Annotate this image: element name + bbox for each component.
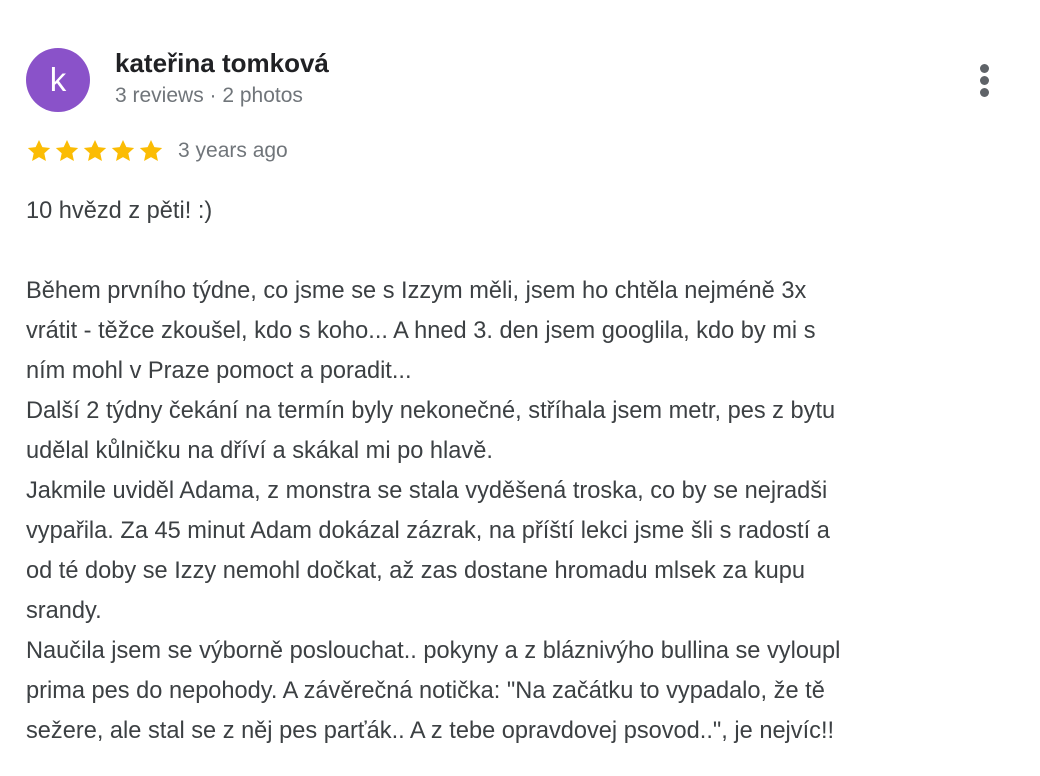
- review-line: vrátit - těžce zkoušel, kdo s koho... A …: [26, 318, 816, 344]
- star-rating: [26, 138, 164, 164]
- star-icon: [55, 139, 79, 161]
- review-date: 3 years ago: [178, 139, 288, 162]
- rating-row: 3 years ago: [26, 134, 288, 168]
- author-name[interactable]: kateřina tomková: [115, 48, 329, 79]
- star-icon: [139, 139, 163, 161]
- star-icon: [83, 139, 107, 161]
- review-line: sežere, ale stal se z něj pes parťák.. A…: [26, 718, 835, 744]
- review-line: [26, 231, 1011, 271]
- review-line: prima pes do nepohody. A závěrečná notič…: [26, 678, 825, 704]
- review-line: srandy.: [26, 598, 102, 624]
- review-text: 10 hvězd z pěti! :) Během prvního týdne, …: [26, 191, 1011, 751]
- review-line: Naučila jsem se výborně poslouchat.. pok…: [26, 638, 841, 664]
- star-icon: [111, 139, 135, 161]
- review-line: Další 2 týdny čekání na termín byly neko…: [26, 398, 836, 424]
- author-meta: 3 reviews · 2 photos: [115, 84, 303, 107]
- review-line: vypařila. Za 45 minut Adam dokázal zázra…: [26, 518, 830, 544]
- review-line: Jakmile uviděl Adama, z monstra se stala…: [26, 478, 828, 504]
- review-line: 10 hvězd z pěti! :): [26, 198, 213, 224]
- avatar[interactable]: k: [26, 48, 90, 112]
- review-line: udělal kůlničku na dříví a skákal mi po …: [26, 438, 493, 464]
- review-card: k kateřina tomková 3 reviews · 2 photos …: [0, 0, 1040, 776]
- review-line: ním mohl v Praze pomoct a poradit...: [26, 358, 412, 384]
- review-line: Během prvního týdne, co jsme se s Izzym …: [26, 278, 807, 304]
- more-options-button[interactable]: [969, 58, 1001, 102]
- star-icon: [27, 139, 51, 161]
- review-line: od té doby se Izzy nemohl dočkat, až zas…: [26, 558, 806, 584]
